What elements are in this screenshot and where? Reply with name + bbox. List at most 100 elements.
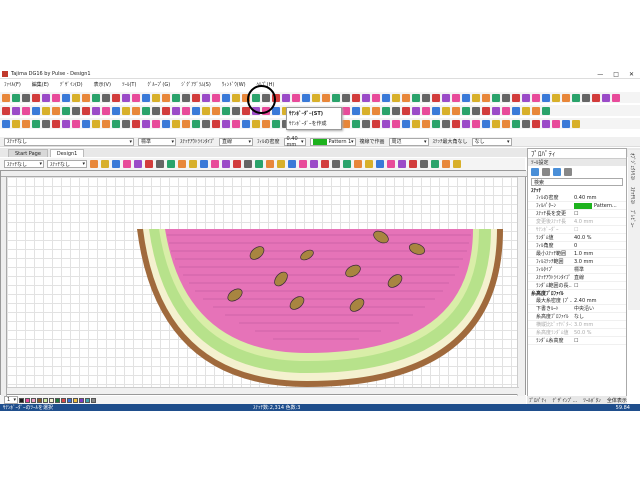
prop-row[interactable]: 糸高度ﾌﾟﾛﾌｧｲﾙ なし: [528, 313, 626, 321]
view-tool-icon[interactable]: [387, 160, 395, 168]
tool-icon[interactable]: [452, 119, 460, 128]
color-swatch[interactable]: [37, 397, 42, 403]
horizontal-scrollbar[interactable]: [7, 387, 519, 394]
color-swatch[interactable]: [85, 397, 90, 403]
tool-icon[interactable]: [292, 93, 300, 102]
tool-icon[interactable]: [522, 106, 530, 115]
tool-icon[interactable]: [462, 93, 470, 102]
tool-icon[interactable]: [2, 106, 10, 115]
menu-edit[interactable]: 編集(E): [32, 81, 49, 88]
tool-icon[interactable]: [382, 119, 390, 128]
tool-icon[interactable]: [572, 119, 580, 128]
tool-icon[interactable]: [412, 93, 420, 102]
prop-row[interactable]: 下書きﾙｰﾄ 中央沿い: [528, 305, 626, 313]
tool-icon[interactable]: [52, 119, 60, 128]
tool-icon[interactable]: [562, 119, 570, 128]
tool-icon[interactable]: [112, 106, 120, 115]
tool-icon[interactable]: [502, 93, 510, 102]
tool-icon[interactable]: [162, 106, 170, 115]
tool-icon[interactable]: [512, 93, 520, 102]
tool-icon[interactable]: [602, 93, 610, 102]
tool-icon[interactable]: [452, 93, 460, 102]
tool-icon[interactable]: [542, 106, 550, 115]
tool-icon[interactable]: [372, 106, 380, 115]
tool-icon[interactable]: [32, 106, 40, 115]
tool-icon[interactable]: [342, 106, 350, 115]
tool-icon[interactable]: [442, 93, 450, 102]
outline-combo[interactable]: 直線: [219, 137, 254, 146]
prop-row[interactable]: ﾌｨﾙｽﾃｯﾁ範囲 3.0 mm: [528, 258, 626, 266]
tool-icon[interactable]: [412, 106, 420, 115]
view-tool-icon[interactable]: [222, 160, 230, 168]
type-combo[interactable]: 標準: [138, 137, 176, 146]
menu-view[interactable]: 表示(V): [94, 81, 111, 88]
minimize-button[interactable]: —: [597, 71, 603, 78]
tool-icon[interactable]: [172, 93, 180, 102]
tool-icon[interactable]: [322, 93, 330, 102]
tool-icon[interactable]: [122, 106, 130, 115]
view-tool-icon[interactable]: [420, 160, 428, 168]
view-tool-icon[interactable]: [112, 160, 120, 168]
tool-icon[interactable]: [82, 119, 90, 128]
view-tool-icon[interactable]: [101, 160, 109, 168]
tool-icon[interactable]: [282, 93, 290, 102]
tool-icon[interactable]: [142, 119, 150, 128]
view-tool-icon[interactable]: [255, 160, 263, 168]
menu-group[interactable]: ｸﾞﾙｰﾌﾟ(G): [147, 81, 170, 88]
tool-icon[interactable]: [212, 93, 220, 102]
tool-icon[interactable]: [172, 119, 180, 128]
color-swatch[interactable]: [49, 397, 54, 403]
tool-icon[interactable]: [542, 119, 550, 128]
color-swatch[interactable]: [79, 397, 84, 403]
tool-icon[interactable]: [42, 93, 50, 102]
view-tool-icon[interactable]: [178, 160, 186, 168]
color-swatch[interactable]: [43, 397, 48, 403]
tool-icon[interactable]: [162, 119, 170, 128]
tool-icon[interactable]: [502, 106, 510, 115]
tool-icon[interactable]: [22, 119, 30, 128]
tool-icon[interactable]: [22, 93, 30, 102]
tool-icon[interactable]: [112, 119, 120, 128]
view-tool-icon[interactable]: [409, 160, 417, 168]
menu-jiggram[interactable]: ｼﾞｸﾞｱｸﾞﾗﾑ(S): [181, 81, 211, 88]
view-tool-icon[interactable]: [343, 160, 351, 168]
tool-icon[interactable]: [212, 119, 220, 128]
view-tool-icon[interactable]: [442, 160, 450, 168]
tool-icon[interactable]: [532, 119, 540, 128]
tool-icon[interactable]: [82, 93, 90, 102]
view-tool-icon[interactable]: [310, 160, 318, 168]
view-tool-icon[interactable]: [332, 160, 340, 168]
tool-icon[interactable]: [92, 119, 100, 128]
view-tool-icon[interactable]: [277, 160, 285, 168]
tool-icon[interactable]: [492, 106, 500, 115]
tool-icon[interactable]: [462, 106, 470, 115]
view-tool-icon[interactable]: [266, 160, 274, 168]
tool-icon[interactable]: [222, 119, 230, 128]
tool-icon[interactable]: [272, 119, 280, 128]
tool-icon[interactable]: [402, 119, 410, 128]
list-icon[interactable]: [542, 167, 550, 176]
tool-icon[interactable]: [22, 106, 30, 115]
tool-icon[interactable]: [512, 119, 520, 128]
tool-icon[interactable]: [72, 93, 80, 102]
tool-icon[interactable]: [112, 93, 120, 102]
pattern-combo[interactable]: Pattern 1: [309, 137, 356, 146]
side-tab-objects[interactable]: ｵﾌﾞｼﾞｪｸﾄﾘｽﾄ: [628, 150, 637, 184]
prop-row[interactable]: ｽﾃｯﾁ長を変更 ☐: [528, 210, 626, 218]
tool-icon[interactable]: [462, 119, 470, 128]
tool-icon[interactable]: [192, 106, 200, 115]
tool-icon[interactable]: [162, 93, 170, 102]
tool-icon[interactable]: [442, 106, 450, 115]
view-tool-icon[interactable]: [211, 160, 219, 168]
tool-icon[interactable]: [562, 93, 570, 102]
tool-icon[interactable]: [302, 93, 310, 102]
tool-icon[interactable]: [142, 106, 150, 115]
menu-tools[interactable]: ﾂｰﾙ(T): [122, 81, 136, 88]
star-icon[interactable]: [564, 167, 572, 176]
tool-icon[interactable]: [72, 119, 80, 128]
prop-checkbox[interactable]: ☐: [572, 283, 578, 289]
tool-icon[interactable]: [152, 93, 160, 102]
view-tool-icon[interactable]: [453, 160, 461, 168]
tool-icon[interactable]: [182, 93, 190, 102]
filter-icon[interactable]: [553, 167, 561, 176]
